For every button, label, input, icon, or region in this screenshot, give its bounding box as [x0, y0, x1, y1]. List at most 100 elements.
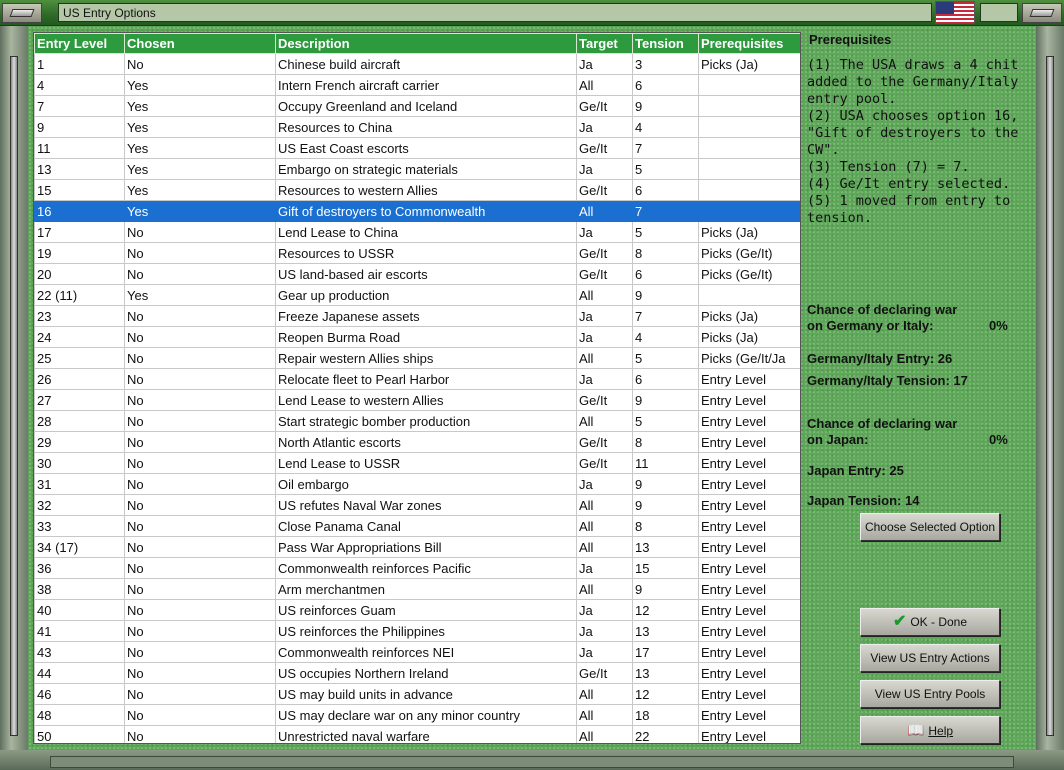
table-row[interactable]: 29 No North Atlantic escorts Ge/It 8 Entry Le… [34, 431, 800, 453]
table-cell: Lend Lease to western Allies [275, 389, 577, 411]
table-cell: 18 [632, 704, 699, 726]
ge-chance-label-2: on Germany or Italy: [807, 318, 934, 333]
table-cell: 6 [632, 263, 699, 285]
table-cell: Ja [576, 53, 633, 75]
table-row[interactable]: 19 No Resources to USSR Ge/It 8 Picks (Ge/It) [34, 242, 800, 264]
table-cell: Entry Level [698, 452, 800, 474]
table-cell: Ge/It [576, 389, 633, 411]
column-header-prerequisites[interactable]: Prerequisites [698, 33, 800, 54]
table-row[interactable]: 31 No Oil embargo Ja 9 Entry Level [34, 473, 800, 495]
table-cell: No [124, 557, 276, 579]
table-cell: 34 (17) [34, 536, 125, 558]
column-header-chosen[interactable]: Chosen [124, 33, 276, 54]
table-cell: 5 [632, 347, 699, 369]
table-cell: Ja [576, 557, 633, 579]
table-row[interactable]: 16 Yes Gift of destroyers to Commonwealth A… [34, 200, 800, 222]
table-cell: Entry Level [698, 410, 800, 432]
table-cell: No [124, 263, 276, 285]
view-entry-actions-button[interactable]: View US Entry Actions [860, 644, 1000, 672]
table-cell: Commonwealth reinforces NEI [275, 641, 577, 663]
choose-selected-option-button[interactable]: Choose Selected Option [860, 513, 1000, 541]
table-row[interactable]: 25 No Repair western Allies ships All 5 Picks… [34, 347, 800, 369]
column-header-tension[interactable]: Tension [632, 33, 699, 54]
table-row[interactable]: 46 No US may build units in advance All 12 En… [34, 683, 800, 705]
table-cell: All [576, 725, 633, 743]
view-entry-pools-button[interactable]: View US Entry Pools [860, 680, 1000, 708]
table-row[interactable]: 30 No Lend Lease to USSR Ge/It 11 Entry Level [34, 452, 800, 474]
table-cell: Entry Level [698, 557, 800, 579]
table-cell: No [124, 452, 276, 474]
table-cell: 30 [34, 452, 125, 474]
column-header-target[interactable]: Target [576, 33, 633, 54]
help-button[interactable]: 📖 Help [860, 716, 1000, 744]
table-cell: 13 [632, 536, 699, 558]
table-cell: No [124, 347, 276, 369]
table-row[interactable]: 50 No Unrestricted naval warfare All 22 Entry… [34, 725, 800, 743]
table-cell: 8 [632, 242, 699, 264]
table-row[interactable]: 7 Yes Occupy Greenland and Iceland Ge/It 9 [34, 95, 800, 117]
table-row[interactable]: 23 No Freeze Japanese assets Ja 7 Picks (Ja) [34, 305, 800, 327]
ge-chance-label-1: Chance of declaring war [807, 302, 958, 317]
table-cell: Yes [124, 116, 276, 138]
table-row[interactable]: 48 No US may declare war on any minor coun… [34, 704, 800, 726]
table-cell: No [124, 641, 276, 663]
table-cell: 12 [632, 683, 699, 705]
table-row[interactable]: 20 No US land-based air escorts Ge/It 6 Picks… [34, 263, 800, 285]
table-cell [698, 137, 800, 159]
table-cell: All [576, 410, 633, 432]
column-header-description[interactable]: Description [275, 33, 577, 54]
table-row[interactable]: 22 (11) Yes Gear up production All 9 [34, 284, 800, 306]
table-row[interactable]: 4 Yes Intern French aircraft carrier All 6 [34, 74, 800, 96]
table-cell: Ge/It [576, 95, 633, 117]
table-cell: Entry Level [698, 662, 800, 684]
table-cell: Entry Level [698, 641, 800, 663]
table-row[interactable]: 26 No Relocate fleet to Pearl Harbor Ja 6 Ent… [34, 368, 800, 390]
table-row[interactable]: 32 No US refutes Naval War zones All 9 Entry … [34, 494, 800, 516]
table-cell: All [576, 704, 633, 726]
table-cell: 9 [632, 494, 699, 516]
table-cell: Ge/It [576, 452, 633, 474]
ge-entry: Germany/Italy Entry: 26 [807, 351, 953, 366]
table-row[interactable]: 38 No Arm merchantmen All 9 Entry Level [34, 578, 800, 600]
table-cell: Ge/It [576, 263, 633, 285]
entry-options-table[interactable]: Entry Level Chosen Description Target Tensio… [33, 32, 801, 744]
table-cell: 25 [34, 347, 125, 369]
table-row[interactable]: 44 No US occupies Northern Ireland Ge/It 13 E… [34, 662, 800, 684]
book-icon: 📖 [906, 722, 925, 738]
table-row[interactable]: 33 No Close Panama Canal All 8 Entry Level [34, 515, 800, 537]
ja-chance-value: 0% [989, 432, 1008, 447]
table-cell: All [576, 515, 633, 537]
table-row[interactable]: 11 Yes US East Coast escorts Ge/It 7 [34, 137, 800, 159]
prerequisites-heading: Prerequisites [809, 32, 892, 47]
table-row[interactable]: 9 Yes Resources to China Ja 4 [34, 116, 800, 138]
table-cell: 44 [34, 662, 125, 684]
dialog-content: Entry Level Chosen Description Target Tensio… [28, 26, 1036, 750]
table-row[interactable]: 27 No Lend Lease to western Allies Ge/It 9 En… [34, 389, 800, 411]
table-row[interactable]: 17 No Lend Lease to China Ja 5 Picks (Ja) [34, 221, 800, 243]
table-row[interactable]: 15 Yes Resources to western Allies Ge/It 6 [34, 179, 800, 201]
table-row[interactable]: 34 (17) No Pass War Appropriations Bill All… [34, 536, 800, 558]
table-row[interactable]: 41 No US reinforces the Philippines Ja 13 Ent… [34, 620, 800, 642]
table-cell: 7 [632, 137, 699, 159]
ja-chance-label-2: on Japan: [807, 432, 869, 447]
table-cell: Entry Level [698, 515, 800, 537]
table-row[interactable]: 13 Yes Embargo on strategic materials Ja 5 [34, 158, 800, 180]
left-rail [10, 56, 18, 736]
table-cell: Gift of destroyers to Commonwealth [275, 200, 577, 222]
table-row[interactable]: 36 No Commonwealth reinforces Pacific Ja 15 E… [34, 557, 800, 579]
table-cell: No [124, 683, 276, 705]
table-row[interactable]: 1 No Chinese build aircraft Ja 3 Picks (Ja) [34, 53, 800, 75]
table-body: 1 No Chinese build aircraft Ja 3 Picks (Ja) 4 Y… [34, 53, 800, 743]
window-close-button[interactable] [1022, 3, 1062, 23]
table-row[interactable]: 28 No Start strategic bomber production All… [34, 410, 800, 432]
table-cell: 5 [632, 158, 699, 180]
ok-done-button[interactable]: ✔ OK - Done [860, 608, 1000, 636]
table-row[interactable]: 40 No US reinforces Guam Ja 12 Entry Level [34, 599, 800, 621]
table-cell: Ge/It [576, 242, 633, 264]
table-row[interactable]: 43 No Commonwealth reinforces NEI Ja 17 Entry… [34, 641, 800, 663]
column-header-entry-level[interactable]: Entry Level [34, 33, 125, 54]
table-row[interactable]: 24 No Reopen Burma Road Ja 4 Picks (Ja) [34, 326, 800, 348]
table-cell: Ja [576, 620, 633, 642]
window-menu-button[interactable] [2, 3, 42, 23]
table-cell: 24 [34, 326, 125, 348]
